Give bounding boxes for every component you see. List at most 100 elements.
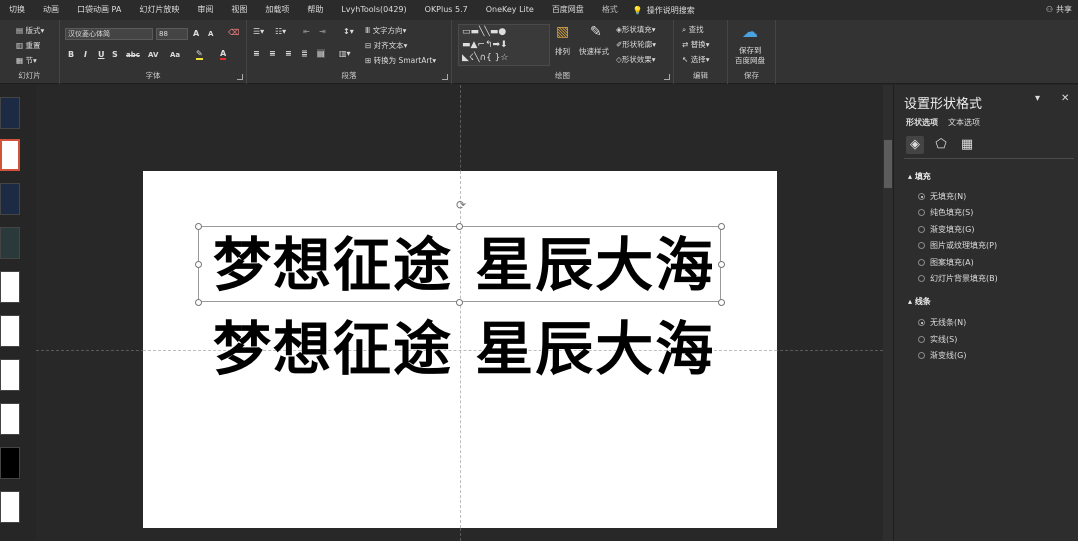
slide-thumbnail[interactable] [0, 447, 20, 479]
resize-handle[interactable] [456, 299, 463, 306]
share-button[interactable]: ⚇ 共享 [1046, 0, 1072, 20]
tab-format[interactable]: 格式 [593, 0, 627, 20]
align-right-icon[interactable]: ≡ [285, 49, 292, 58]
fill-option-gradient[interactable]: 渐变填充(G) [918, 224, 974, 235]
font-size-select[interactable]: 88 [156, 28, 188, 40]
radio[interactable] [918, 209, 925, 216]
paragraph-dialog-launcher-icon[interactable] [442, 74, 448, 80]
drawing-dialog-launcher-icon[interactable] [664, 74, 670, 80]
bold-button[interactable]: B [68, 50, 74, 59]
shrink-font-icon[interactable]: A [208, 30, 213, 38]
tab-transitions[interactable]: 切换 [0, 0, 34, 20]
close-icon[interactable]: ✕ [1061, 93, 1069, 104]
resize-handle[interactable] [718, 299, 725, 306]
shape-fill-button[interactable]: ◈形状填充▾ [616, 24, 656, 35]
tab-okplus[interactable]: OKPlus 5.7 [416, 0, 477, 20]
resize-handle[interactable] [195, 223, 202, 230]
shadow-button[interactable]: S [112, 50, 118, 59]
tab-slideshow[interactable]: 幻灯片放映 [130, 0, 188, 20]
italic-button[interactable]: I [84, 50, 87, 59]
clear-format-icon[interactable]: ⌫ [228, 28, 239, 37]
radio[interactable] [918, 352, 925, 359]
char-spacing-button[interactable]: AV [148, 51, 158, 59]
resize-handle[interactable] [456, 223, 463, 230]
font-name-select[interactable]: 汉仪菱心体简 [65, 28, 153, 40]
pane-options-chevron-icon[interactable]: ▾ [1035, 93, 1040, 104]
align-center-icon[interactable]: ≡ [269, 49, 276, 58]
fill-option-pattern[interactable]: 图案填充(A) [918, 257, 974, 268]
fill-option-solid[interactable]: 纯色填充(S) [918, 207, 973, 218]
arrange-button[interactable]: 排列 [555, 46, 570, 57]
radio[interactable] [918, 259, 925, 266]
line-option-none[interactable]: 无线条(N) [918, 317, 966, 328]
text-direction-button[interactable]: Ⅲ 文字方向▾ [365, 25, 406, 36]
tab-help[interactable]: 帮助 [298, 0, 332, 20]
find-button[interactable]: ⌕ 查找 [682, 24, 704, 35]
underline-button[interactable]: U [98, 50, 105, 59]
smartart-button[interactable]: ⊞ 转换为 SmartArt▾ [365, 55, 436, 66]
scrollbar-thumb[interactable] [884, 140, 892, 188]
line-option-gradient[interactable]: 渐变线(G) [918, 350, 966, 361]
resize-handle[interactable] [718, 261, 725, 268]
slide-thumbnail[interactable] [0, 271, 20, 303]
decrease-indent-icon[interactable]: ⇤ [303, 27, 310, 36]
size-properties-icon[interactable]: ▦ [958, 136, 976, 154]
baidu-netdisk-label[interactable]: 百度网盘 [735, 55, 765, 66]
increase-indent-icon[interactable]: ⇥ [319, 27, 326, 36]
slide-thumbnail[interactable] [0, 491, 20, 523]
fill-option-none[interactable]: 无填充(N) [918, 191, 966, 202]
replace-button[interactable]: ⇄ 替换▾ [682, 39, 709, 50]
rotate-handle-icon[interactable]: ⟳ [454, 198, 468, 212]
slide-thumbnail[interactable] [0, 315, 20, 347]
tab-view[interactable]: 视图 [222, 0, 256, 20]
align-text-button[interactable]: ⊟ 对齐文本▾ [365, 40, 407, 51]
radio[interactable] [918, 226, 925, 233]
section-button[interactable]: ▦ 节▾ [16, 55, 37, 66]
quick-styles-icon[interactable]: ✎ [590, 24, 602, 40]
tab-pocket-animation[interactable]: 口袋动画 PA [68, 0, 130, 20]
line-option-solid[interactable]: 实线(S) [918, 334, 957, 345]
shapes-gallery[interactable]: ▭▬╲╲▬● ▬▲⌐↰➡⬇ ◣☇╲∩{ }☆ [458, 24, 550, 66]
slide-thumbnail[interactable] [0, 227, 20, 259]
bullets-icon[interactable]: ☰▾ [253, 27, 264, 36]
shape-outline-button[interactable]: ✐形状轮廓▾ [616, 39, 656, 50]
shape-effects-button[interactable]: ◇形状效果▾ [616, 54, 656, 65]
text-box[interactable]: 梦想征途 星辰大海 [213, 317, 713, 381]
baidu-cloud-icon[interactable]: ☁ [742, 22, 758, 41]
slide-thumbnail[interactable] [0, 183, 20, 215]
justify-icon[interactable]: ≣ [301, 49, 308, 58]
tab-shape-options[interactable]: 形状选项 [906, 117, 938, 128]
vertical-scrollbar[interactable] [883, 85, 893, 541]
reset-button[interactable]: ▥ 重置 [16, 40, 40, 51]
fill-line-icon[interactable]: ◈ [906, 136, 924, 154]
slide-thumbnail[interactable] [0, 403, 20, 435]
resize-handle[interactable] [195, 299, 202, 306]
change-case-button[interactable]: Aa [170, 51, 180, 59]
tell-me-search[interactable]: 💡 操作说明搜索 [627, 5, 695, 16]
fill-option-slide-background[interactable]: 幻灯片背景填充(B) [918, 273, 998, 284]
tab-addins[interactable]: 加载项 [256, 0, 298, 20]
columns-icon[interactable]: ▥▾ [339, 49, 351, 58]
slide[interactable]: 梦想征途 星辰大海 梦想征途 星辰大海 ⟳ [143, 171, 777, 528]
numbering-icon[interactable]: ☷▾ [275, 27, 286, 36]
resize-handle[interactable] [718, 223, 725, 230]
arrange-icon[interactable]: ▧ [556, 24, 569, 40]
tab-baidu-netdisk[interactable]: 百度网盘 [543, 0, 593, 20]
tab-text-options[interactable]: 文本选项 [948, 117, 980, 128]
highlight-icon[interactable]: ✎ [196, 49, 203, 60]
slide-thumbnail-selected[interactable] [0, 139, 20, 171]
radio[interactable] [918, 193, 925, 200]
resize-handle[interactable] [195, 261, 202, 268]
strikethrough-button[interactable]: abc [126, 51, 140, 59]
layout-button[interactable]: ▤ 版式▾ [16, 25, 44, 36]
quick-styles-button[interactable]: 快速样式 [579, 46, 609, 57]
line-spacing-icon[interactable]: ↕▾ [343, 27, 354, 36]
slide-thumbnail[interactable] [0, 359, 20, 391]
fill-section-header[interactable]: ▴ 填充 [908, 171, 931, 182]
tab-lvyhtools[interactable]: LvyhTools(0429) [332, 0, 415, 20]
distributed-icon[interactable]: ▤ [317, 49, 325, 58]
tab-review[interactable]: 审阅 [188, 0, 222, 20]
effects-pentagon-icon[interactable]: ⬠ [932, 136, 950, 154]
tab-onekey[interactable]: OneKey Lite [477, 0, 543, 20]
font-color-icon[interactable]: A [220, 49, 227, 60]
